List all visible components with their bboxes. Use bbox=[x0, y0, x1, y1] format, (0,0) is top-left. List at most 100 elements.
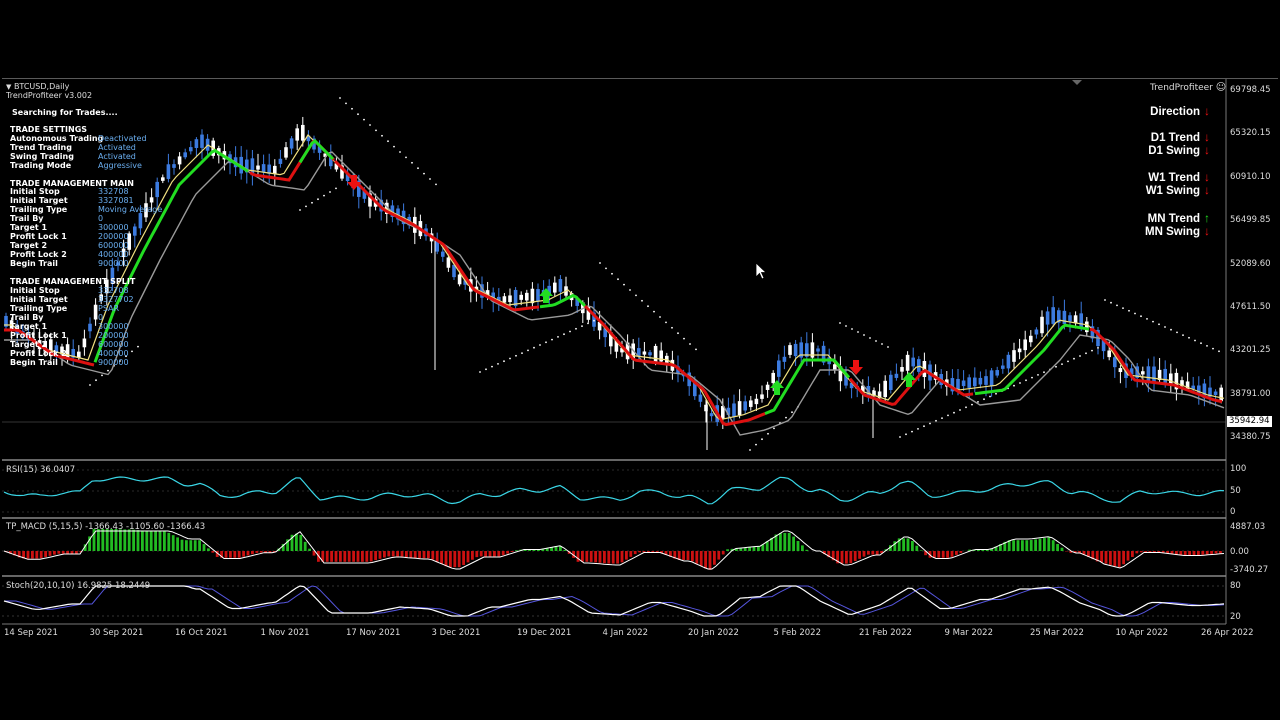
setting-row: Profit Lock 2 400000 bbox=[10, 349, 129, 358]
macd-histogram-bar bbox=[61, 551, 65, 554]
macd-histogram-bar bbox=[946, 551, 949, 558]
psar-dot bbox=[947, 414, 949, 417]
arrow-up-icon: ↑ bbox=[1204, 211, 1210, 225]
macd-histogram-bar bbox=[937, 551, 941, 558]
macd-histogram-bar bbox=[299, 534, 303, 551]
psar-dot bbox=[773, 427, 775, 430]
candle-body bbox=[519, 294, 523, 300]
candle-body bbox=[984, 376, 988, 385]
psar-dot bbox=[435, 183, 437, 186]
macd-histogram-bar bbox=[506, 551, 509, 554]
psar-dot bbox=[1025, 379, 1027, 382]
psar-dot bbox=[1037, 374, 1039, 376]
price-chart[interactable] bbox=[0, 0, 1280, 720]
candle-body bbox=[1169, 373, 1173, 385]
date-tick-label: 21 Feb 2022 bbox=[859, 628, 912, 638]
chart-menu-icon[interactable]: ▼ bbox=[6, 83, 11, 91]
macd-histogram-bar bbox=[48, 551, 52, 556]
date-tick-label: 14 Sep 2021 bbox=[4, 628, 58, 638]
macd-histogram-bar bbox=[163, 530, 166, 551]
macd-histogram-bar bbox=[484, 551, 487, 557]
psar-dot bbox=[335, 187, 337, 190]
psar-dot bbox=[497, 363, 499, 365]
candle-body bbox=[743, 401, 747, 411]
psar-dot bbox=[755, 443, 757, 446]
rsi-level-0: 0 bbox=[1230, 507, 1236, 517]
rsi-line bbox=[3, 476, 1225, 505]
candle-body bbox=[760, 394, 764, 399]
macd-histogram-bar bbox=[31, 551, 34, 559]
psar-dot bbox=[929, 422, 931, 425]
setting-value: 300000 bbox=[98, 322, 129, 331]
setting-value: 600000 bbox=[98, 241, 129, 250]
macd-histogram-bar bbox=[933, 551, 936, 558]
macd-histogram-bar bbox=[365, 551, 369, 562]
macd-histogram-bar bbox=[207, 548, 210, 551]
macd-histogram-bar bbox=[145, 530, 149, 551]
psar-dot bbox=[659, 316, 661, 318]
signal-up-arrow-icon bbox=[902, 372, 916, 387]
macd-histogram-bar bbox=[1122, 551, 1125, 565]
candle-body bbox=[765, 384, 770, 390]
psar-dot bbox=[95, 379, 97, 382]
date-tick-label: 5 Feb 2022 bbox=[773, 628, 822, 638]
macd-histogram-bar bbox=[229, 551, 232, 558]
psar-dot bbox=[887, 346, 889, 348]
stoch-main-line bbox=[3, 585, 1225, 617]
macd-histogram-bar bbox=[202, 544, 206, 551]
setting-row: Trail By 0 bbox=[10, 313, 103, 322]
macd-histogram-bar bbox=[339, 551, 342, 562]
psar-dot bbox=[563, 333, 565, 336]
psar-dot bbox=[509, 357, 511, 360]
candle-body bbox=[1118, 368, 1123, 373]
candle-body bbox=[732, 403, 736, 417]
psar-dot bbox=[569, 330, 571, 333]
macd-histogram-bar bbox=[845, 551, 848, 564]
macd-histogram-bar bbox=[136, 530, 140, 551]
trade-mgmt-split-title: TRADE MANAGEMENT SPLIT bbox=[10, 277, 136, 286]
macd-histogram-bar bbox=[457, 551, 461, 568]
candle-body bbox=[793, 343, 798, 357]
candle-body bbox=[284, 147, 288, 158]
psar-dot bbox=[545, 341, 547, 344]
macd-histogram-bar bbox=[422, 551, 426, 559]
smiley-icon[interactable]: ☺ bbox=[1216, 82, 1226, 93]
date-tick-label: 16 Oct 2021 bbox=[175, 628, 228, 638]
psar-dot bbox=[941, 417, 943, 419]
macd-histogram-bar bbox=[180, 539, 184, 551]
psar-dot bbox=[965, 406, 967, 409]
setting-value: 300000 bbox=[98, 223, 129, 232]
macd-histogram-bar bbox=[413, 551, 417, 558]
psar-dot bbox=[1116, 304, 1118, 307]
candle-body bbox=[749, 400, 753, 407]
setting-key: Target 2 bbox=[10, 340, 48, 349]
macd-histogram-bar bbox=[26, 551, 30, 559]
macd-histogram-bar bbox=[193, 540, 197, 551]
psar-dot bbox=[557, 336, 559, 338]
candle-body bbox=[558, 279, 563, 292]
setting-value: 0 bbox=[98, 214, 104, 223]
setting-value: Moving Average bbox=[98, 205, 163, 214]
setting-row: Target 2 600000 bbox=[10, 340, 129, 349]
psar-dot bbox=[363, 118, 365, 121]
macd-histogram-bar bbox=[682, 551, 685, 560]
macd-histogram-bar bbox=[246, 551, 250, 556]
date-tick-label: 30 Sep 2021 bbox=[89, 628, 144, 638]
candle-body bbox=[995, 370, 999, 376]
psar-dot bbox=[339, 97, 341, 99]
candle-body bbox=[754, 398, 759, 405]
setting-key: Target 2 bbox=[10, 241, 48, 250]
macd-histogram-bar bbox=[356, 551, 360, 562]
macd-histogram-bar bbox=[383, 551, 386, 558]
price-tick-label: 34380.75 bbox=[1230, 432, 1271, 443]
candle-body bbox=[189, 147, 193, 152]
setting-row: Target 1 300000 bbox=[10, 322, 129, 331]
macd-histogram-bar bbox=[149, 530, 153, 551]
psar-dot bbox=[299, 209, 301, 211]
candle-body bbox=[1051, 307, 1055, 324]
psar-dot bbox=[317, 198, 319, 201]
slow-ma-line bbox=[4, 151, 1225, 436]
setting-value: 332708 bbox=[98, 187, 129, 196]
candle-body bbox=[648, 352, 652, 356]
candle-body bbox=[709, 413, 714, 417]
